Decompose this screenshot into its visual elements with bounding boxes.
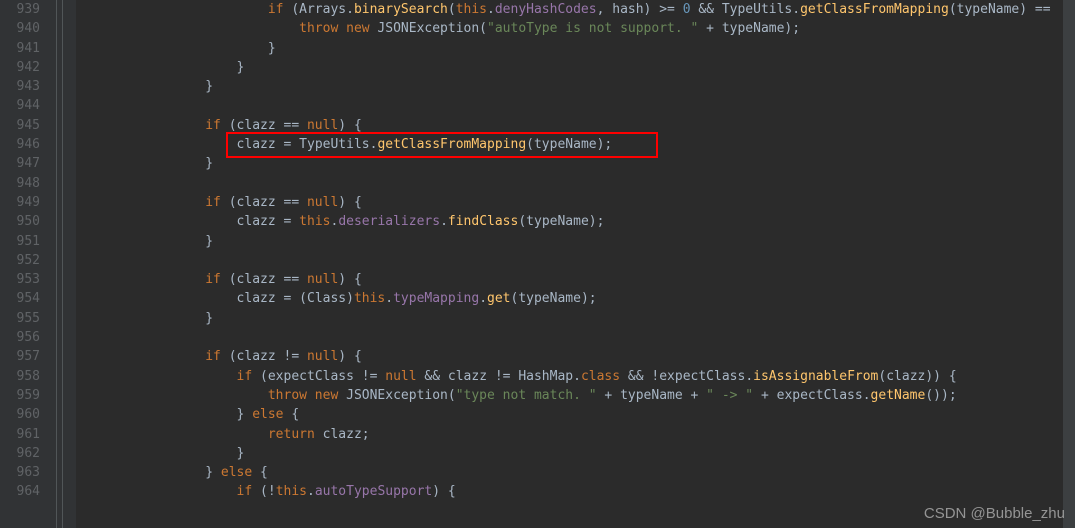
line-number: 957: [4, 347, 40, 366]
line-number: 939: [4, 0, 40, 19]
line-number: 940: [4, 19, 40, 38]
line-number: 942: [4, 58, 40, 77]
code-line[interactable]: if (Arrays.binarySearch(this.denyHashCod…: [76, 0, 1075, 19]
code-line[interactable]: }: [76, 154, 1075, 173]
code-line[interactable]: if (clazz == null) {: [76, 193, 1075, 212]
code-line[interactable]: }: [76, 58, 1075, 77]
code-line[interactable]: throw new JSONException("autoType is not…: [76, 19, 1075, 38]
code-line[interactable]: clazz = this.deserializers.findClass(typ…: [76, 212, 1075, 231]
code-line[interactable]: clazz = TypeUtils.getClassFromMapping(ty…: [76, 135, 1075, 154]
code-line[interactable]: } else {: [76, 405, 1075, 424]
line-number: 953: [4, 270, 40, 289]
code-line[interactable]: if (clazz == null) {: [76, 270, 1075, 289]
code-line[interactable]: [76, 251, 1075, 270]
line-number: 948: [4, 174, 40, 193]
line-number: 961: [4, 425, 40, 444]
code-line[interactable]: }: [76, 77, 1075, 96]
line-number: 941: [4, 39, 40, 58]
code-line[interactable]: } else {: [76, 463, 1075, 482]
line-number: 951: [4, 232, 40, 251]
line-number: 944: [4, 96, 40, 115]
code-line[interactable]: if (expectClass != null && clazz != Hash…: [76, 367, 1075, 386]
code-line[interactable]: if (!this.autoTypeSupport) {: [76, 482, 1075, 501]
line-number: 958: [4, 367, 40, 386]
line-number: 952: [4, 251, 40, 270]
code-editor: 9399409419429439449459469479489499509519…: [0, 0, 1075, 528]
code-line[interactable]: }: [76, 444, 1075, 463]
line-number: 956: [4, 328, 40, 347]
line-number: 962: [4, 444, 40, 463]
code-area[interactable]: if (Arrays.binarySearch(this.denyHashCod…: [76, 0, 1075, 528]
code-line[interactable]: [76, 96, 1075, 115]
code-line[interactable]: }: [76, 39, 1075, 58]
code-line[interactable]: [76, 174, 1075, 193]
line-number: 960: [4, 405, 40, 424]
code-line[interactable]: if (clazz != null) {: [76, 347, 1075, 366]
watermark: CSDN @Bubble_zhu: [924, 505, 1065, 522]
line-number: 950: [4, 212, 40, 231]
code-line[interactable]: }: [76, 309, 1075, 328]
line-number-gutter[interactable]: 9399409419429439449459469479489499509519…: [0, 0, 48, 528]
line-number: 954: [4, 289, 40, 308]
code-line[interactable]: throw new JSONException("type not match.…: [76, 386, 1075, 405]
fold-column[interactable]: [48, 0, 76, 528]
line-number: 963: [4, 463, 40, 482]
code-line[interactable]: return clazz;: [76, 425, 1075, 444]
line-number: 947: [4, 154, 40, 173]
line-number: 964: [4, 482, 40, 501]
code-line[interactable]: if (clazz == null) {: [76, 116, 1075, 135]
line-number: 959: [4, 386, 40, 405]
line-number: 945: [4, 116, 40, 135]
line-number: 955: [4, 309, 40, 328]
vertical-scrollbar[interactable]: [1063, 0, 1075, 528]
code-line[interactable]: }: [76, 232, 1075, 251]
line-number: 946: [4, 135, 40, 154]
line-number: 943: [4, 77, 40, 96]
line-number: 949: [4, 193, 40, 212]
code-line[interactable]: clazz = (Class)this.typeMapping.get(type…: [76, 289, 1075, 308]
code-line[interactable]: [76, 328, 1075, 347]
